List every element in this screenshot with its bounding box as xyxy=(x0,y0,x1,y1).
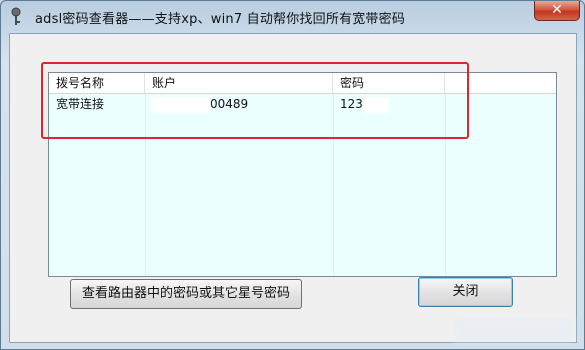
cell-password-value: 123 xyxy=(340,97,363,111)
cell-account: 00489 xyxy=(145,94,333,114)
grid-line xyxy=(333,94,334,276)
app-window: adsl密码查看器——支持xp、win7 自动帮你找回所有宽带密码 ✕ 拨号名称… xyxy=(0,0,585,350)
window-title: adsl密码查看器——支持xp、win7 自动帮你找回所有宽带密码 xyxy=(35,12,406,27)
cell-account-value: 00489 xyxy=(210,97,249,111)
close-button[interactable]: 关闭 xyxy=(418,277,513,307)
watermark xyxy=(454,319,574,341)
grid-line xyxy=(445,94,446,276)
router-password-button[interactable]: 查看路由器中的密码或其它星号密码 xyxy=(70,279,302,309)
redaction-mask xyxy=(362,96,389,113)
list-header: 拨号名称 账户 密码 xyxy=(49,73,556,94)
password-list[interactable]: 拨号名称 账户 密码 宽带连接 00489 123 xyxy=(48,72,557,277)
title-bar[interactable]: adsl密码查看器——支持xp、win7 自动帮你找回所有宽带密码 ✕ xyxy=(1,1,584,33)
list-row[interactable]: 宽带连接 00489 123 xyxy=(49,94,556,114)
column-header-account[interactable]: 账户 xyxy=(145,73,333,93)
grid-line xyxy=(145,94,146,276)
cell-dial-name: 宽带连接 xyxy=(56,97,105,111)
dialog-body: 拨号名称 账户 密码 宽带连接 00489 123 查看路由器中的密码或其它星号… xyxy=(9,33,577,343)
key-icon xyxy=(9,7,23,27)
redaction-mask xyxy=(152,96,210,113)
column-header-password[interactable]: 密码 xyxy=(333,73,445,93)
cell-password: 123 xyxy=(333,94,445,114)
column-header-empty xyxy=(445,73,558,93)
window-close-button[interactable]: ✕ xyxy=(534,1,580,21)
column-header-dial-name[interactable]: 拨号名称 xyxy=(49,73,145,93)
